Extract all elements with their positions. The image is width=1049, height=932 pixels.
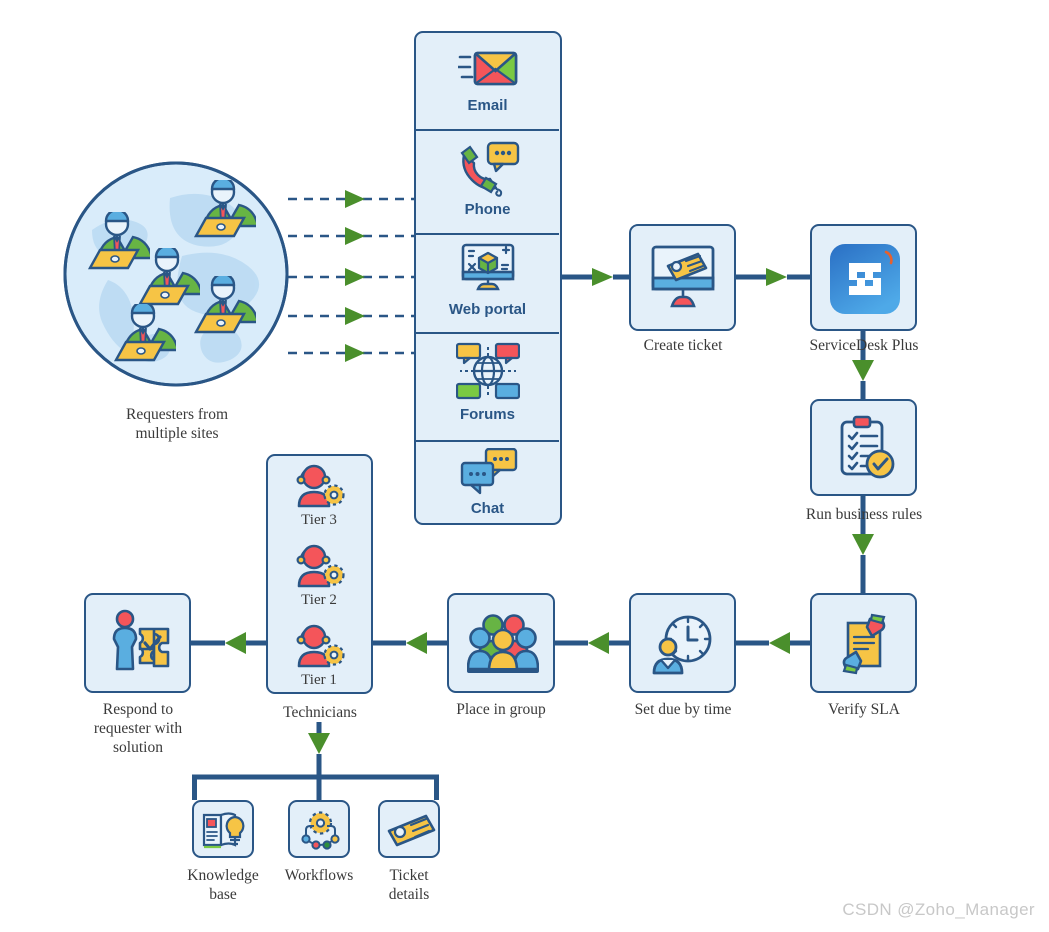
channel-label-phone: Phone xyxy=(464,201,511,218)
group-people-icon xyxy=(467,613,539,675)
phone-icon xyxy=(456,141,520,197)
technician-tier-3[interactable]: Tier 3 xyxy=(268,460,370,536)
create-ticket-label: Create ticket xyxy=(643,337,723,354)
verify-sla-node[interactable] xyxy=(810,593,917,693)
respond-label-line2: requester with xyxy=(93,720,183,737)
knowledge-base-label: Knowledge base xyxy=(172,866,274,904)
channel-label-chat: Chat xyxy=(470,500,505,517)
knowledge-base-label-line1: Knowledge xyxy=(187,867,259,884)
knowledge-base-icon xyxy=(201,809,246,851)
ticket-details-icon xyxy=(386,813,436,849)
chat-icon xyxy=(460,448,518,496)
business-rules-checklist-icon xyxy=(832,414,900,484)
requesters-label-line1: Requesters from xyxy=(125,406,228,423)
create-ticket-icon xyxy=(648,244,718,312)
place-in-group-node[interactable] xyxy=(447,593,555,693)
respond-node[interactable] xyxy=(84,593,191,693)
technician-headset-gear-icon xyxy=(293,622,349,670)
servicedesk-plus-label: ServiceDesk Plus xyxy=(809,337,919,354)
channel-label-web-portal: Web portal xyxy=(448,301,527,318)
place-in-group-label: Place in group xyxy=(456,701,546,718)
respond-node-label: Respond to requester with solution xyxy=(62,700,214,757)
knowledge-base-node[interactable] xyxy=(192,800,254,858)
ticket-details-label-line2: details xyxy=(388,886,430,903)
clock-due-time-icon xyxy=(649,611,719,677)
set-due-by-time-node[interactable] xyxy=(629,593,736,693)
channel-item-web-portal[interactable]: Web portal xyxy=(416,233,559,334)
servicedesk-plus-logo-icon xyxy=(828,242,902,316)
ticket-details-node[interactable] xyxy=(378,800,440,858)
technician-headset-gear-icon xyxy=(293,542,349,590)
technician-tier-2-label: Tier 2 xyxy=(301,592,337,608)
workflows-label-line1: Workflows xyxy=(284,867,354,884)
ticket-details-label-line1: Ticket xyxy=(389,867,429,884)
verify-sla-label: Verify SLA xyxy=(828,701,900,718)
technician-tier-1-label: Tier 1 xyxy=(301,672,337,688)
technicians-panel: Tier 3 Tier 2 Tier 1 xyxy=(266,454,373,694)
requesters-globe-label: Requesters from multiple sites xyxy=(82,405,272,443)
requesters-globe xyxy=(62,160,290,388)
channel-item-email[interactable]: Email xyxy=(416,33,559,131)
run-business-rules-node[interactable] xyxy=(810,399,917,496)
web-portal-icon xyxy=(460,243,516,295)
requester-person-icon xyxy=(190,180,256,240)
servicedesk-plus-node[interactable] xyxy=(810,224,917,331)
forums-icon xyxy=(456,342,520,400)
workflows-gear-icon xyxy=(298,809,343,851)
run-business-rules-label: Run business rules xyxy=(805,506,923,523)
channel-item-phone[interactable]: Phone xyxy=(416,129,559,235)
channel-label-email: Email xyxy=(467,97,508,114)
create-ticket-node[interactable] xyxy=(629,224,736,331)
knowledge-base-label-line2: base xyxy=(209,886,237,903)
technician-headset-gear-icon xyxy=(293,462,349,510)
verify-sla-document-icon xyxy=(834,607,898,683)
technician-tier-3-label: Tier 3 xyxy=(301,512,337,528)
diagram-canvas: Requesters from multiple sites Email Pho… xyxy=(0,0,1049,932)
respond-label-line3: solution xyxy=(113,739,163,756)
channel-item-chat[interactable]: Chat xyxy=(416,440,559,523)
technician-tier-1[interactable]: Tier 1 xyxy=(268,620,370,696)
workflows-label: Workflows xyxy=(268,866,370,885)
email-icon xyxy=(458,45,518,93)
technicians-label: Technicians xyxy=(283,704,357,721)
person-puzzle-solution-icon xyxy=(104,609,176,679)
channel-item-forums[interactable]: Forums xyxy=(416,332,559,442)
set-due-by-time-label: Set due by time xyxy=(634,701,732,718)
requester-person-icon xyxy=(190,276,256,336)
respond-label-line1: Respond to xyxy=(102,701,174,718)
ticket-details-label: Ticket details xyxy=(358,866,460,904)
workflows-node[interactable] xyxy=(288,800,350,858)
requesters-label-line2: multiple sites xyxy=(135,425,219,442)
watermark: CSDN @Zoho_Manager xyxy=(842,900,1035,919)
requester-person-icon xyxy=(110,304,176,364)
intake-channel-panel: Email Phone Web portal Forums Chat xyxy=(414,31,562,525)
channel-label-forums: Forums xyxy=(459,406,515,423)
technician-tier-2[interactable]: Tier 2 xyxy=(268,540,370,616)
